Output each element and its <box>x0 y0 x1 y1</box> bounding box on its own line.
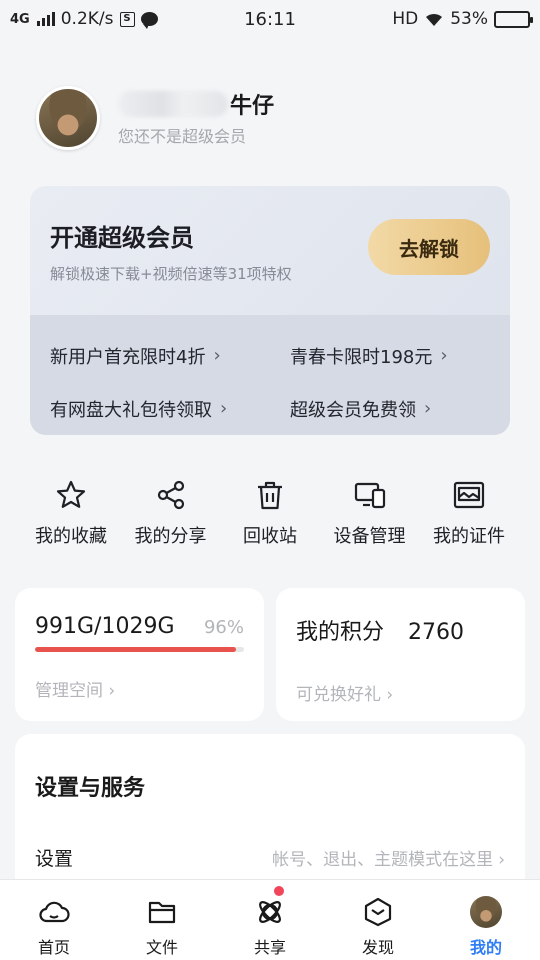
settings-row[interactable]: 设置 帐号、退出、主题模式在这里 › <box>35 844 505 871</box>
promo-link-label: 超级会员免费领 <box>290 399 416 421</box>
action-device-management[interactable]: 设备管理 <box>321 478 419 548</box>
points-row: 我的积分 2760 <box>296 614 505 646</box>
storage-row: 991G/1029G 96% <box>35 614 244 639</box>
storage-used: 991G/1029G <box>35 614 175 639</box>
redeem-gifts-label: 可兑换好礼 <box>296 685 381 705</box>
promo-link-label: 新用户首充限时4折 <box>50 346 206 368</box>
storage-percent: 96% <box>203 617 244 638</box>
promo-link-youth-card[interactable]: 青春卡限时198元 › <box>270 329 490 382</box>
tab-label: 文件 <box>145 938 178 957</box>
tab-share[interactable]: 共享 <box>216 880 324 960</box>
chevron-right-icon: › <box>440 345 448 366</box>
promo-link-label: 青春卡限时198元 <box>290 346 433 368</box>
settings-row-right: 帐号、退出、主题模式在这里 › <box>272 845 505 870</box>
name-redaction <box>118 91 228 117</box>
unlock-button[interactable]: 去解锁 <box>368 219 490 275</box>
avatar <box>470 896 502 928</box>
storage-progress-bar <box>35 647 244 652</box>
user-name: 牛仔 <box>230 94 275 119</box>
tab-discover[interactable]: 发现 <box>324 880 432 960</box>
promo-link-first-recharge[interactable]: 新用户首充限时4折 › <box>50 329 270 382</box>
action-recycle-bin[interactable]: 回收站 <box>221 478 319 548</box>
profile-text: 牛仔 您还不是超级会员 <box>118 89 274 147</box>
network-speed: 0.2K/s <box>60 9 114 29</box>
name-row: 牛仔 <box>118 89 274 119</box>
battery-percent: 53% <box>450 9 488 29</box>
s-badge-icon: S <box>119 11 135 27</box>
quick-actions: 我的收藏 我的分享 回收站 设备管理 我的证件 <box>22 478 518 548</box>
promo-link-label: 有网盘大礼包待领取 <box>50 399 212 421</box>
vip-card-top[interactable]: 开通超级会员 解锁极速下载+视频倍速等31项特权 去解锁 <box>30 186 510 315</box>
avatar[interactable] <box>36 86 100 150</box>
cube-icon <box>364 897 392 927</box>
folder-icon <box>148 901 176 924</box>
settings-row-label: 设置 <box>35 848 74 870</box>
action-label: 我的分享 <box>134 526 207 547</box>
tab-label: 发现 <box>361 938 394 957</box>
vip-card: 开通超级会员 解锁极速下载+视频倍速等31项特权 去解锁 新用户首充限时4折 ›… <box>30 186 510 435</box>
status-left: 4G 0.2K/s S <box>10 9 158 29</box>
points-card[interactable]: 我的积分 2760 可兑换好礼 › <box>276 588 525 721</box>
redeem-gifts-link[interactable]: 可兑换好礼 › <box>296 680 505 705</box>
battery-icon <box>494 10 533 28</box>
action-label: 设备管理 <box>333 526 406 547</box>
status-bar: 4G 0.2K/s S 16:11 HD 53% <box>0 0 540 38</box>
cloud-icon <box>39 901 70 923</box>
storage-card[interactable]: 991G/1029G 96% 管理空间 › <box>15 588 264 721</box>
action-my-documents[interactable]: 我的证件 <box>420 478 518 548</box>
tab-label: 我的 <box>469 938 502 957</box>
trash-icon <box>258 481 282 510</box>
tab-mine[interactable]: 我的 <box>432 880 540 960</box>
id-card-icon <box>453 481 485 509</box>
signal-icon <box>36 12 55 26</box>
action-favorites[interactable]: 我的收藏 <box>22 478 120 548</box>
chevron-right-icon: › <box>424 398 432 419</box>
chevron-right-icon: › <box>386 685 394 705</box>
storage-progress-fill <box>35 647 236 652</box>
promo-link-gift-pack[interactable]: 有网盘大礼包待领取 › <box>50 382 270 435</box>
manage-space-link[interactable]: 管理空间 › <box>35 676 244 701</box>
status-right: HD 53% <box>392 9 533 29</box>
membership-status: 您还不是超级会员 <box>118 127 247 146</box>
chevron-right-icon: › <box>498 850 505 870</box>
tab-home[interactable]: 首页 <box>0 880 108 960</box>
orbit-icon <box>259 901 281 923</box>
share-icon <box>157 480 184 510</box>
hd-indicator: HD <box>392 9 419 29</box>
profile-header[interactable]: 牛仔 您还不是超级会员 <box>36 86 274 150</box>
action-label: 我的证件 <box>433 526 505 547</box>
settings-title: 设置与服务 <box>35 776 146 801</box>
message-icon <box>140 12 158 29</box>
wifi-icon <box>426 13 443 26</box>
notification-dot <box>274 886 284 896</box>
tab-files[interactable]: 文件 <box>108 880 216 960</box>
manage-space-label: 管理空间 <box>35 681 103 701</box>
vip-promo-links: 新用户首充限时4折 › 青春卡限时198元 › 有网盘大礼包待领取 › 超级会员… <box>30 315 510 435</box>
tab-label: 共享 <box>253 938 286 957</box>
action-label: 我的收藏 <box>35 526 107 547</box>
promo-link-free-vip[interactable]: 超级会员免费领 › <box>270 382 490 435</box>
star-icon <box>56 480 86 508</box>
points-label: 我的积分 <box>296 620 385 645</box>
points-value: 2760 <box>408 620 465 645</box>
devices-icon <box>354 482 385 509</box>
tab-label: 首页 <box>37 938 70 957</box>
settings-row-hint: 帐号、退出、主题模式在这里 <box>272 850 494 870</box>
bottom-tab-bar: 首页 文件 共享 发现 我的 <box>0 879 540 960</box>
chevron-right-icon: › <box>213 345 221 366</box>
action-label: 回收站 <box>243 526 297 547</box>
chevron-right-icon: › <box>108 681 116 701</box>
network-type: 4G <box>10 11 30 27</box>
chevron-right-icon: › <box>220 398 228 419</box>
action-shares[interactable]: 我的分享 <box>122 478 220 548</box>
